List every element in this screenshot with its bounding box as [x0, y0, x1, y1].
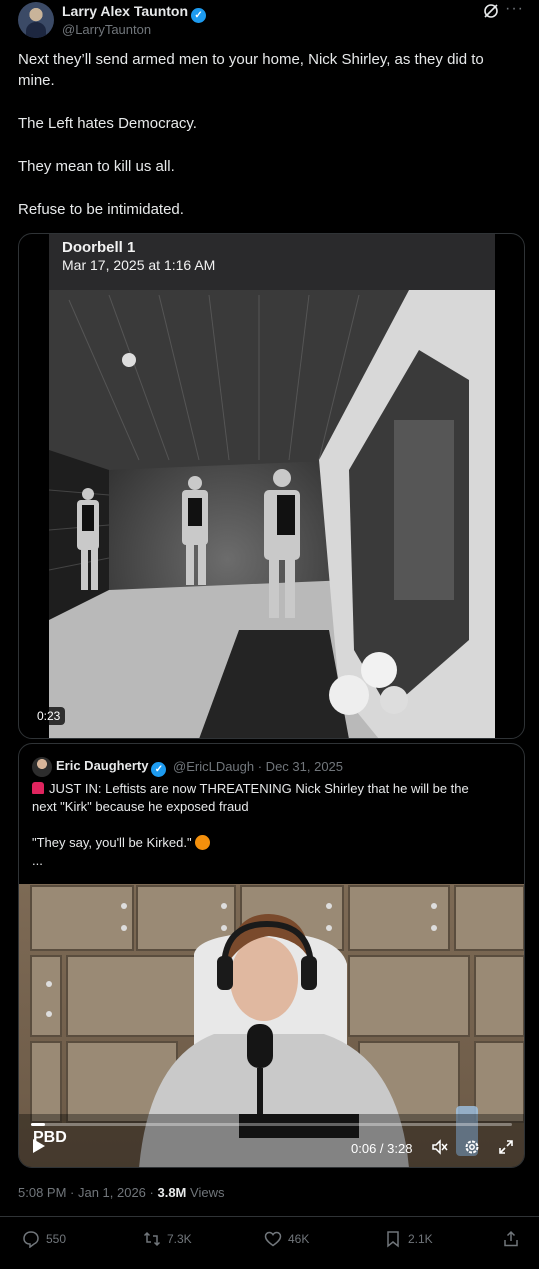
- tweet-paragraph: Refuse to be intimidated.: [18, 201, 184, 218]
- tweet-paragraph: They mean to kill us all.: [18, 158, 175, 175]
- tweet-text: Next they’ll send armed men to your home…: [18, 49, 523, 242]
- quoted-author-name[interactable]: Eric Daugherty: [56, 758, 148, 773]
- video-progress-bar[interactable]: [31, 1123, 512, 1126]
- quoted-author-name-row[interactable]: Eric Daugherty ✓: [56, 758, 167, 777]
- share-button[interactable]: [502, 1228, 520, 1250]
- mute-icon[interactable]: [431, 1138, 449, 1156]
- bookmark-icon: [387, 1231, 399, 1248]
- repost-count: 7.3K: [167, 1232, 192, 1246]
- more-options-icon[interactable]: ···: [505, 0, 524, 18]
- fullscreen-icon[interactable]: [497, 1138, 515, 1156]
- author-avatar[interactable]: [18, 2, 54, 38]
- tweet-meta: 5:08 PM · Jan 1, 2026 · 3.8M Views: [18, 1185, 224, 1200]
- video-progress-fill: [31, 1123, 46, 1126]
- repost-button[interactable]: 7.3K: [143, 1228, 192, 1250]
- verified-badge-icon: ✓: [191, 8, 207, 23]
- repost-icon: [143, 1231, 161, 1247]
- action-bar: 550 7.3K 46K 2.1K: [0, 1228, 539, 1250]
- tweet-video[interactable]: Doorbell 1 Mar 17, 2025 at 1:16 AM 0:23: [18, 233, 525, 739]
- doorbell-title: Doorbell 1: [62, 239, 136, 256]
- author-name[interactable]: Larry Alex Taunton: [62, 3, 188, 19]
- views-count: 3.8M: [157, 1185, 187, 1200]
- tweet-timestamp[interactable]: 5:08 PM · Jan 1, 2026 ·: [18, 1185, 154, 1200]
- play-icon[interactable]: [33, 1139, 45, 1153]
- video-duration-badge: 0:23: [32, 707, 66, 725]
- quoted-video[interactable]: PBD 0:06 / 3:28: [19, 884, 524, 1167]
- share-icon: [504, 1230, 518, 1247]
- like-count: 46K: [288, 1232, 310, 1246]
- like-button[interactable]: 46K: [264, 1228, 309, 1250]
- bookmark-button[interactable]: 2.1K: [384, 1228, 433, 1250]
- bookmark-count: 2.1K: [408, 1232, 433, 1246]
- tweet-paragraph: The Left hates Democracy.: [18, 115, 197, 132]
- doorbell-scene-image: [49, 290, 495, 738]
- tweet-paragraph: Next they’ll send armed men to your home…: [18, 51, 484, 89]
- siren-emoji-icon: [32, 782, 44, 794]
- reply-icon: [23, 1231, 39, 1248]
- author-handle[interactable]: @LarryTaunton: [62, 22, 151, 37]
- gear-icon[interactable]: [463, 1138, 481, 1156]
- author-name-row[interactable]: Larry Alex Taunton ✓: [62, 3, 207, 23]
- doorbell-video-frame: Doorbell 1 Mar 17, 2025 at 1:16 AM: [49, 234, 495, 738]
- reply-count: 550: [46, 1232, 67, 1246]
- views-label: Views: [190, 1185, 225, 1200]
- quote-ellipsis: ...: [32, 853, 43, 868]
- quote-line: next "Kirk" because he exposed fraud: [32, 799, 249, 814]
- doorbell-date: Mar 17, 2025 at 1:16 AM: [62, 257, 216, 273]
- verified-badge-icon: ✓: [151, 762, 167, 777]
- reply-button[interactable]: 550: [22, 1228, 66, 1250]
- video-time: 0:06 / 3:28: [351, 1141, 413, 1156]
- divider: [0, 1216, 539, 1217]
- grok-icon[interactable]: [482, 2, 500, 20]
- angry-face-emoji-icon: [194, 835, 210, 850]
- quoted-tweet-text: JUST IN: Leftists are now THREATENING Ni…: [32, 780, 512, 870]
- heart-icon: [264, 1231, 282, 1247]
- quote-line: JUST IN: Leftists are now THREATENING Ni…: [49, 781, 469, 796]
- tweet-header: Larry Alex Taunton ✓ @LarryTaunton ···: [18, 0, 528, 42]
- quoted-handle-date[interactable]: @EricLDaugh · Dec 31, 2025: [173, 759, 343, 774]
- quoted-tweet[interactable]: Eric Daugherty ✓ @EricLDaugh · Dec 31, 20…: [18, 743, 525, 1168]
- quote-line: "They say, you'll be Kirked.": [32, 835, 192, 850]
- quoted-author-avatar[interactable]: [32, 757, 52, 777]
